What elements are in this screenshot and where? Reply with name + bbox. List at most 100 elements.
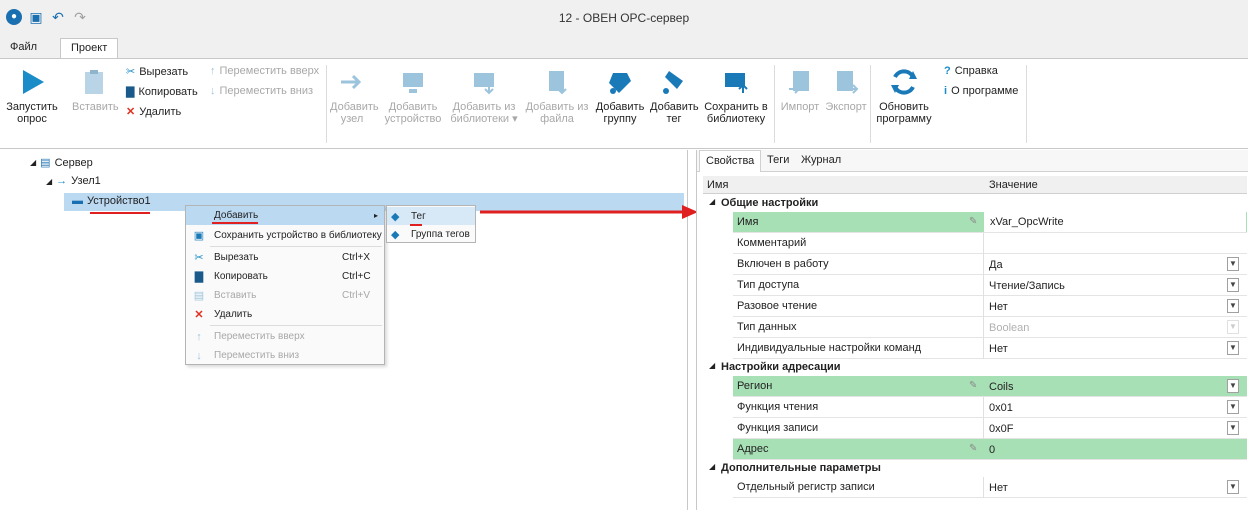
tab-properties[interactable]: Свойства bbox=[699, 150, 762, 172]
prop-enabled-label: Включен в работу bbox=[737, 258, 829, 270]
pencil-icon: ✎ bbox=[969, 443, 978, 454]
copy-label: Копировать bbox=[138, 85, 198, 98]
import-icon bbox=[789, 71, 809, 94]
prop-row-name[interactable]: Имя ✎ xVar_OpcWrite bbox=[733, 212, 1247, 233]
expand-triangle-icon[interactable]: ◢ bbox=[30, 158, 36, 167]
tab-log[interactable]: Журнал bbox=[795, 150, 847, 172]
refresh-icon bbox=[891, 69, 917, 95]
chevron-down-icon[interactable]: ▼ bbox=[1227, 341, 1239, 355]
chevron-down-icon[interactable]: ▼ bbox=[1227, 400, 1239, 414]
annotation-arrow bbox=[480, 205, 698, 219]
prop-single-read-value[interactable]: Нет bbox=[989, 301, 1008, 313]
tree-device-label: Устройство1 bbox=[87, 195, 151, 207]
tab-project[interactable]: Проект bbox=[60, 38, 119, 58]
chevron-down-icon[interactable]: ▼ bbox=[1227, 421, 1239, 435]
tab-tags[interactable]: Теги bbox=[761, 150, 795, 172]
ctx-add-label: Добавить bbox=[214, 210, 259, 221]
prop-row-single-read[interactable]: Разовое чтение Нет ▼ bbox=[733, 296, 1247, 317]
expand-triangle-icon[interactable]: ◢ bbox=[46, 177, 52, 186]
ctx-move-down[interactable]: ↓ Переместить вниз bbox=[186, 346, 384, 365]
prop-write-function-value[interactable]: 0x0F bbox=[989, 423, 1013, 435]
tree-item-node[interactable]: ◢ → Узел1 bbox=[46, 175, 101, 187]
prop-row-enabled[interactable]: Включен в работу Да ▼ bbox=[733, 254, 1247, 275]
chevron-down-icon[interactable]: ▼ bbox=[1227, 299, 1239, 313]
tree-item-server[interactable]: ◢ ▤ Сервер bbox=[30, 156, 93, 170]
update-program-button[interactable]: Обновить программу bbox=[872, 67, 936, 125]
collapse-triangle-icon[interactable]: ◢ bbox=[709, 197, 715, 206]
move-down-label: Переместить вниз bbox=[219, 85, 314, 97]
prop-separate-write-register-value[interactable]: Нет bbox=[989, 482, 1008, 494]
ctx-paste-label: Вставить bbox=[214, 290, 257, 301]
file-icon bbox=[549, 71, 567, 95]
chevron-down-icon[interactable]: ▼ bbox=[1227, 278, 1239, 292]
prop-row-separate-write-register[interactable]: Отдельный регистр записи Нет ▼ bbox=[733, 477, 1247, 498]
submenu-tag[interactable]: ◆ Тег bbox=[387, 207, 475, 225]
column-divider bbox=[983, 317, 984, 338]
prop-read-function-value[interactable]: 0x01 bbox=[989, 402, 1013, 414]
delete-button[interactable]: ✕ Удалить bbox=[126, 105, 181, 119]
prop-row-write-function[interactable]: Функция записи 0x0F ▼ bbox=[733, 418, 1247, 439]
move-down-button[interactable]: ↓ Переместить вниз bbox=[210, 85, 313, 97]
prop-row-data-type[interactable]: Тип данных Boolean ▼ bbox=[733, 317, 1247, 338]
import-button[interactable]: Импорт bbox=[778, 67, 822, 113]
add-from-library-button[interactable]: Добавить из библиотеки ▾ bbox=[448, 67, 520, 125]
add-device-button[interactable]: Добавить устройство bbox=[384, 67, 442, 125]
chevron-down-icon[interactable]: ▼ bbox=[1227, 480, 1239, 494]
category-addressing[interactable]: ◢ Настройки адресации bbox=[703, 359, 1247, 376]
chevron-down-icon[interactable]: ▼ bbox=[1227, 257, 1239, 271]
prop-address-value[interactable]: 0 bbox=[989, 444, 995, 456]
prop-row-read-function[interactable]: Функция чтения 0x01 ▼ bbox=[733, 397, 1247, 418]
about-button[interactable]: i О программе bbox=[944, 85, 1018, 97]
add-group-button[interactable]: Добавить группу bbox=[592, 67, 648, 125]
save-to-library-button[interactable]: Сохранить в библиотеку bbox=[702, 67, 770, 125]
export-button[interactable]: Экспорт bbox=[824, 67, 868, 113]
prop-write-function-label: Функция записи bbox=[737, 422, 819, 434]
prop-row-access-type[interactable]: Тип доступа Чтение/Запись ▼ bbox=[733, 275, 1247, 296]
category-general[interactable]: ◢ Общие настройки bbox=[703, 195, 1247, 212]
prop-region-value[interactable]: Coils bbox=[989, 381, 1013, 393]
paste-button[interactable]: Вставить bbox=[72, 67, 119, 113]
ctx-delete[interactable]: ✕ Удалить bbox=[186, 305, 384, 324]
tab-file[interactable]: Файл bbox=[0, 38, 47, 58]
move-up-button[interactable]: ↑ Переместить вверх bbox=[210, 65, 319, 77]
add-tag-button[interactable]: Добавить тег bbox=[650, 67, 699, 125]
prop-name-value[interactable]: xVar_OpcWrite bbox=[984, 212, 1246, 232]
collapse-triangle-icon[interactable]: ◢ bbox=[709, 361, 715, 370]
collapse-triangle-icon[interactable]: ◢ bbox=[709, 462, 715, 471]
prop-row-comment[interactable]: Комментарий bbox=[733, 233, 1247, 254]
annotation-underline bbox=[212, 222, 258, 224]
chevron-down-icon: ▼ bbox=[1227, 320, 1239, 334]
category-extra[interactable]: ◢ Дополнительные параметры bbox=[703, 460, 1247, 477]
prop-individual-commands-value[interactable]: Нет bbox=[989, 343, 1008, 355]
chevron-down-icon[interactable]: ▼ bbox=[1227, 379, 1239, 393]
prop-row-address[interactable]: Адрес ✎ 0 bbox=[733, 439, 1247, 460]
cut-button[interactable]: ✂ Вырезать bbox=[126, 65, 188, 79]
export-label: Экспорт bbox=[825, 101, 867, 113]
pencil-icon: ✎ bbox=[969, 216, 978, 227]
ctx-copy[interactable]: ▇ Копировать Ctrl+C bbox=[186, 267, 384, 286]
submenu-tag-group[interactable]: ◆ Группа тегов bbox=[387, 225, 475, 243]
ctx-save-device[interactable]: ▣ Сохранить устройство в библиотеку bbox=[186, 226, 384, 245]
add-node-button[interactable]: Добавить узел bbox=[330, 67, 379, 125]
ribbon-separator bbox=[326, 65, 327, 143]
prop-row-region[interactable]: Регион ✎ Coils ▼ bbox=[733, 376, 1247, 397]
start-poll-button[interactable]: Запустить опрос bbox=[4, 67, 60, 125]
add-from-file-button[interactable]: Добавить из файла bbox=[522, 67, 592, 125]
tree-item-device[interactable]: ▬ Устройство1 bbox=[72, 195, 151, 207]
ctx-cut[interactable]: ✂ Вырезать Ctrl+X bbox=[186, 248, 384, 267]
prop-enabled-value[interactable]: Да bbox=[989, 259, 1003, 271]
ctx-cut-label: Вырезать bbox=[214, 252, 259, 263]
tree-node-label: Узел1 bbox=[71, 175, 101, 187]
prop-access-type-value[interactable]: Чтение/Запись bbox=[989, 280, 1065, 292]
help-button[interactable]: ? Справка bbox=[944, 65, 998, 77]
properties-pane: Свойства Теги Журнал Имя Значение ◢ Общи… bbox=[696, 150, 1248, 510]
help-icon: ? bbox=[944, 65, 951, 77]
annotation-underline bbox=[90, 212, 150, 214]
prop-row-individual-commands[interactable]: Индивидуальные настройки команд Нет ▼ bbox=[733, 338, 1247, 359]
arrow-down-icon: ↓ bbox=[196, 349, 202, 362]
ctx-paste[interactable]: ▤ Вставить Ctrl+V bbox=[186, 286, 384, 305]
title-bar: ● ▣ ↶ ↷ 12 - ОВЕН OPC-сервер bbox=[0, 0, 1248, 34]
ctx-move-up[interactable]: ↑ Переместить вверх bbox=[186, 327, 384, 346]
save-to-library-label: Сохранить в библиотеку bbox=[704, 101, 768, 125]
copy-button[interactable]: ▇ Копировать bbox=[126, 85, 198, 99]
